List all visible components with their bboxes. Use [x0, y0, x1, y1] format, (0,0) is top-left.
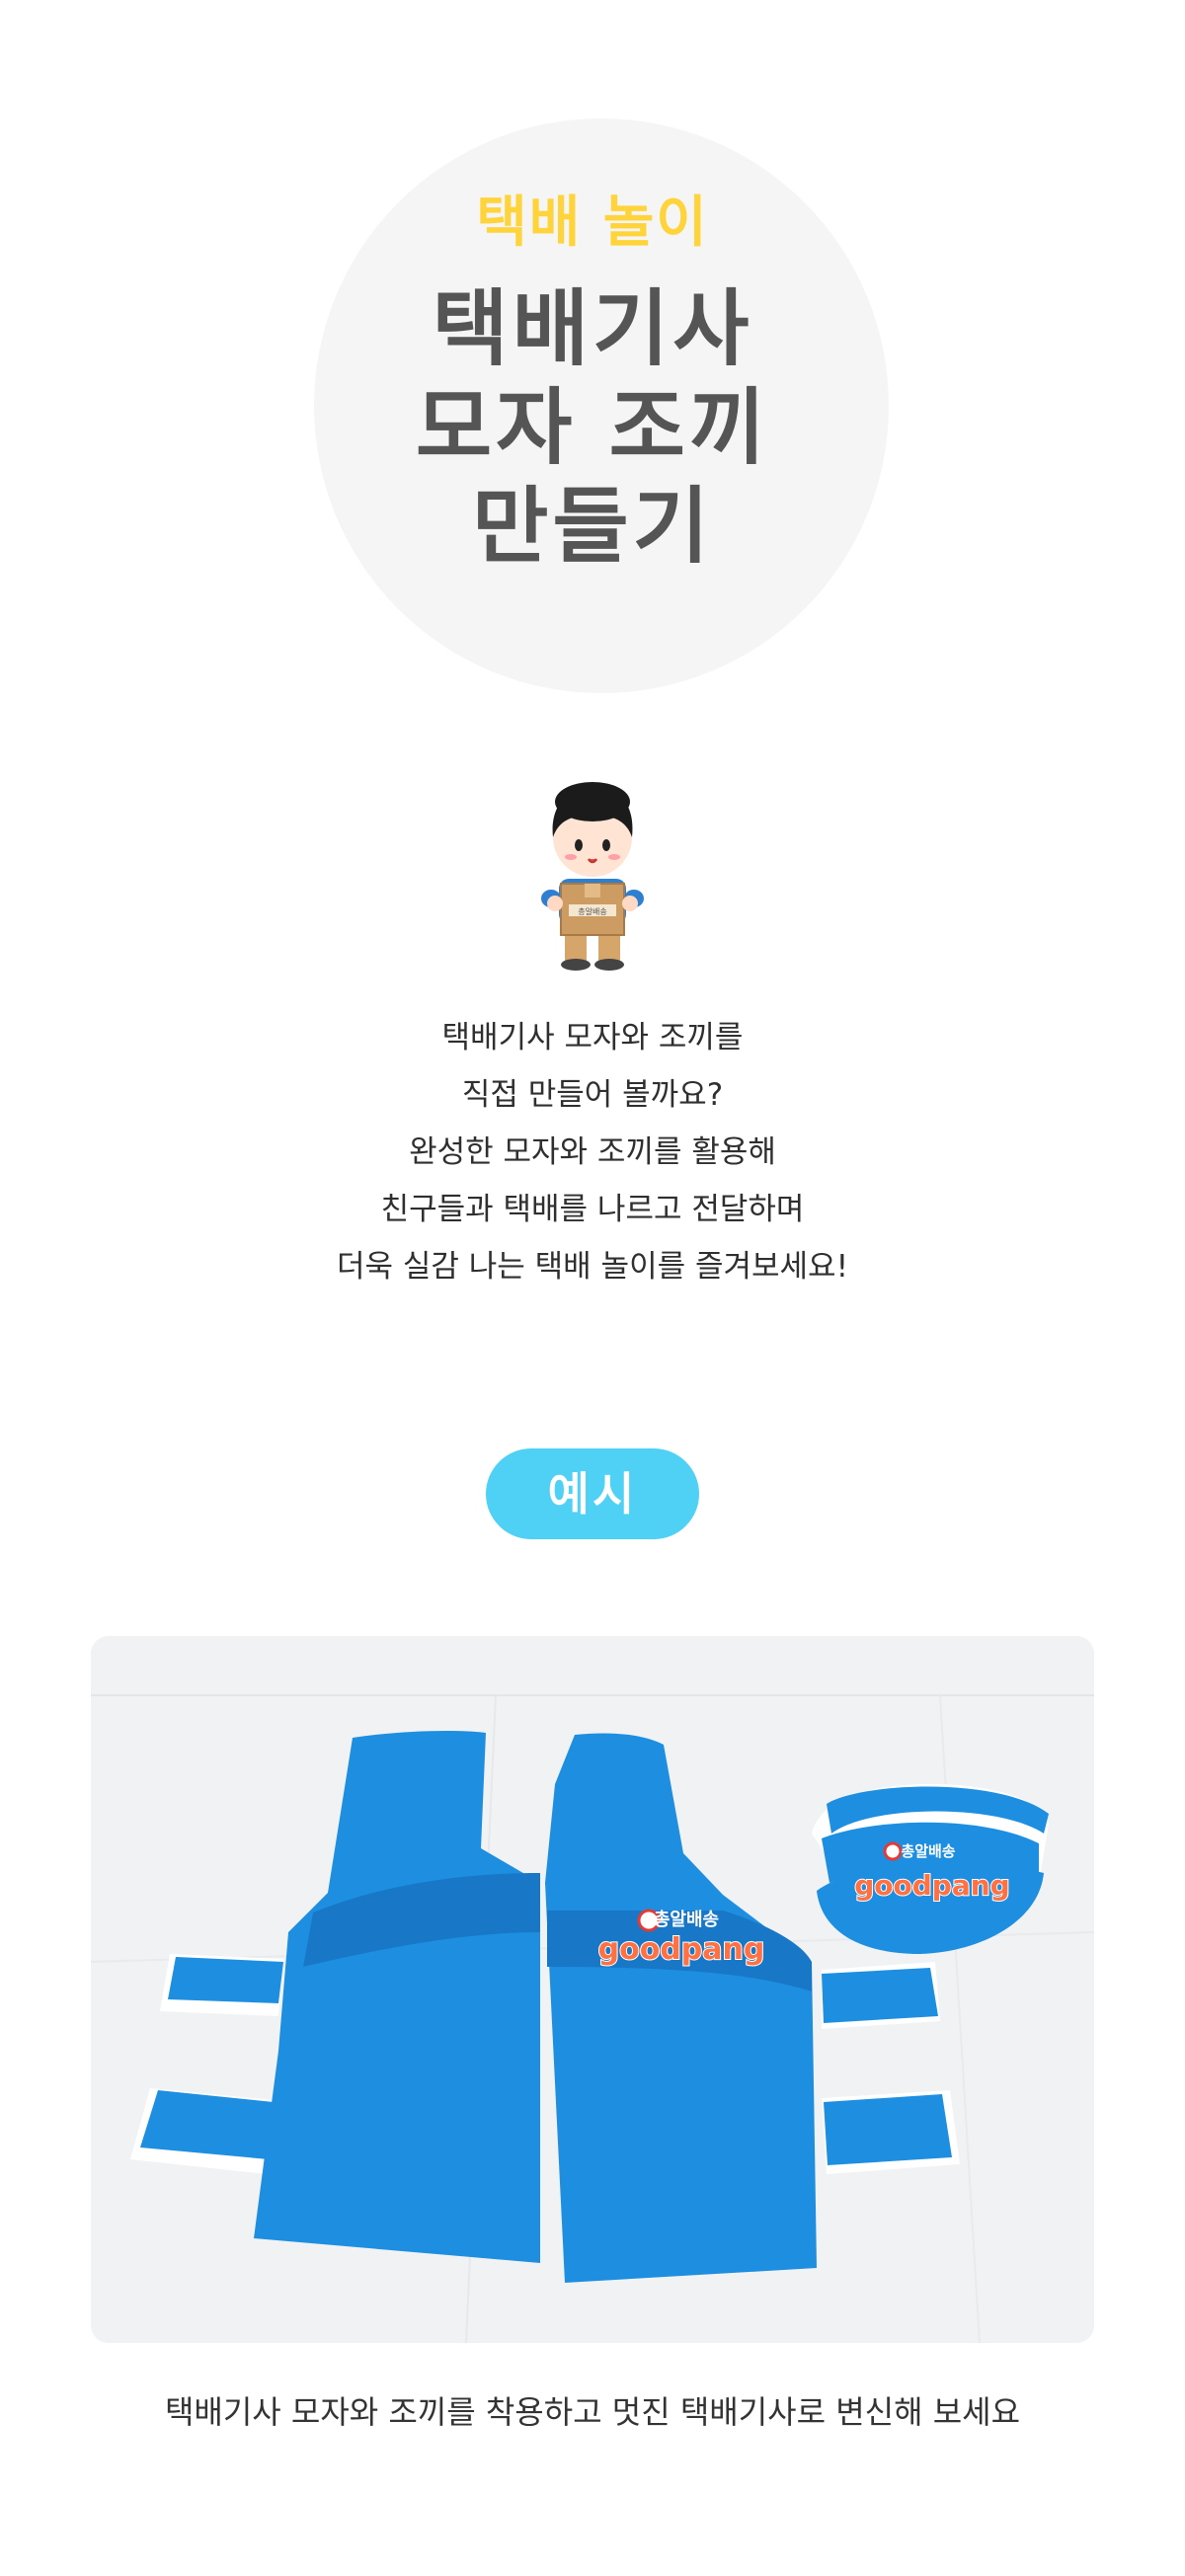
vest-strap-right-bottom: [824, 2094, 952, 2165]
vest-logo-top: 총알배송: [654, 1910, 719, 1930]
intro-line-3: 완성한 모자와 조끼를 활용해: [409, 1134, 776, 1170]
intro-text: 택배기사 모자와 조끼를 직접 만들어 볼까요? 완성한 모자와 조끼를 활용해…: [0, 1009, 1185, 1295]
intro-line-5: 더욱 실감 나는 택배 놀이를 즐겨보세요!: [336, 1249, 849, 1285]
hero-eyebrow: 택배 놀이: [476, 191, 709, 255]
page-title: 택배기사 모자 조끼 만들기: [0, 279, 1185, 576]
delivery-character-illustration: 총알배송: [531, 780, 654, 973]
vest-strap-right-top: [822, 1968, 938, 2023]
photo-caption: 택배기사 모자와 조끼를 착용하고 멋진 택배기사로 변신해 보세요: [164, 2393, 1021, 2431]
title-line-2: 모자 조끼: [415, 379, 770, 476]
title-line-1: 택배기사: [432, 280, 753, 377]
vest-strap-left-top: [168, 1957, 283, 2003]
visor-logo-bottom: goodpang: [854, 1869, 1009, 1902]
visor-logo-top: 총알배송: [901, 1842, 955, 1860]
title-line-3: 만들기: [472, 478, 713, 575]
example-photo: 총알배송 goodpang 총알배송 goodpang: [91, 1636, 1094, 2343]
intro-line-1: 택배기사 모자와 조끼를: [441, 1020, 744, 1055]
box-label: 총알배송: [578, 906, 606, 916]
intro-line-4: 친구들과 택배를 나르고 전달하며: [380, 1192, 805, 1227]
vest-strap-left-bottom: [140, 2090, 274, 2159]
intro-line-2: 직접 만들어 볼까요?: [461, 1077, 724, 1113]
example-badge: 예시: [486, 1448, 699, 1539]
vest-logo-bottom: goodpang: [598, 1932, 765, 1967]
